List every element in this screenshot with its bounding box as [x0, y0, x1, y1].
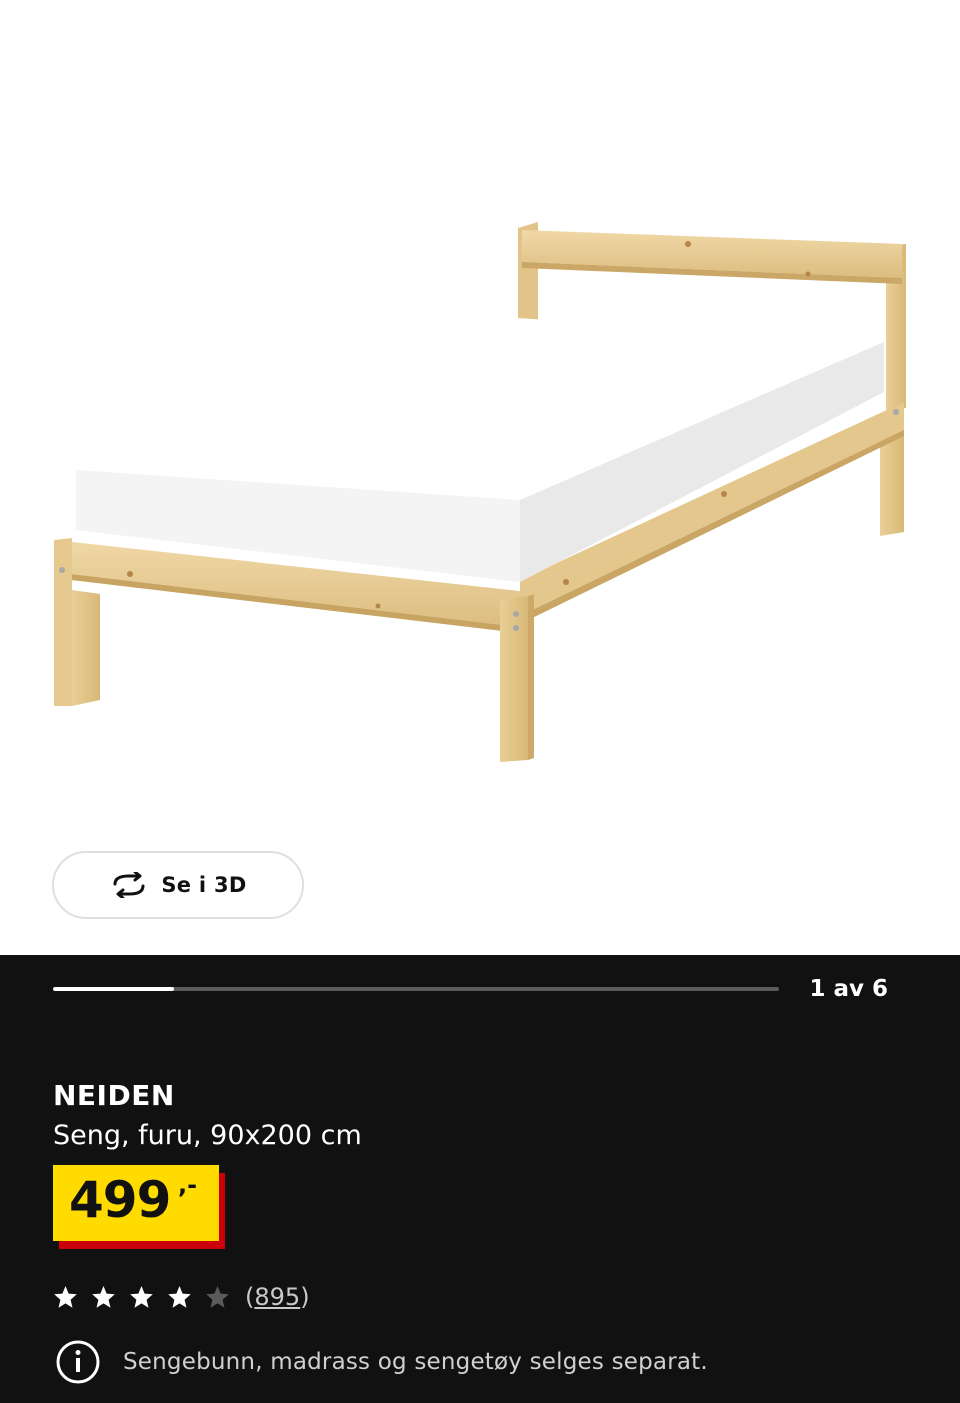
star-filled-icon	[53, 1285, 78, 1310]
price-value: 499	[69, 1171, 171, 1229]
product-info-panel: 1 av 6 NEIDEN Seng, furu, 90x200 cm 499 …	[0, 955, 960, 1403]
price-tag-box: 499 ,-	[53, 1165, 219, 1241]
rating-row[interactable]: (895)	[53, 1283, 310, 1311]
info-note-text: Sengebunn, madrass og sengetøy selges se…	[123, 1349, 708, 1375]
info-note: Sengebunn, madrass og sengetøy selges se…	[55, 1339, 708, 1385]
view-3d-button[interactable]: Se i 3D	[52, 851, 304, 919]
star-filled-icon	[129, 1285, 154, 1310]
star-filled-icon	[91, 1285, 116, 1310]
gallery-progress-track	[53, 987, 779, 991]
product-name: NEIDEN	[53, 1079, 175, 1112]
star-filled-icon	[167, 1285, 192, 1310]
gallery-page-indicator: 1 av 6	[809, 976, 888, 1002]
product-image-area[interactable]: Se i 3D	[0, 0, 960, 955]
view-3d-label: Se i 3D	[161, 873, 247, 897]
review-count-open: (	[245, 1283, 255, 1311]
rotate-3d-icon	[109, 872, 149, 898]
review-count: 895	[254, 1283, 301, 1311]
price-suffix: ,-	[178, 1171, 198, 1199]
gallery-progress-fill	[53, 987, 174, 991]
review-count-link[interactable]: (895)	[245, 1283, 310, 1311]
star-empty-icon	[205, 1285, 230, 1310]
info-icon	[55, 1339, 101, 1385]
product-description: Seng, furu, 90x200 cm	[53, 1120, 362, 1151]
review-count-close: )	[300, 1283, 310, 1311]
bed-product-image	[54, 222, 906, 762]
price-tag: 499 ,-	[53, 1165, 225, 1249]
rating-stars	[53, 1285, 243, 1310]
